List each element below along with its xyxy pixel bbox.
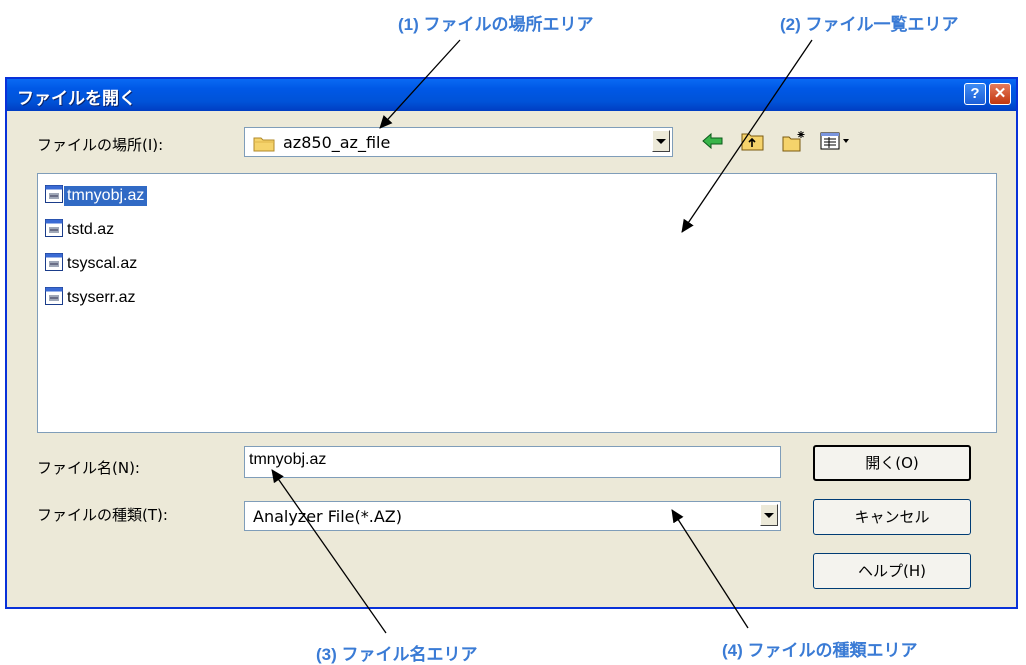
arrow-filename	[271, 469, 387, 634]
annotation-arrows	[271, 39, 813, 634]
arrow-file-list	[681, 39, 813, 233]
arrow-location	[379, 39, 461, 129]
arrow-filetype	[671, 509, 749, 629]
